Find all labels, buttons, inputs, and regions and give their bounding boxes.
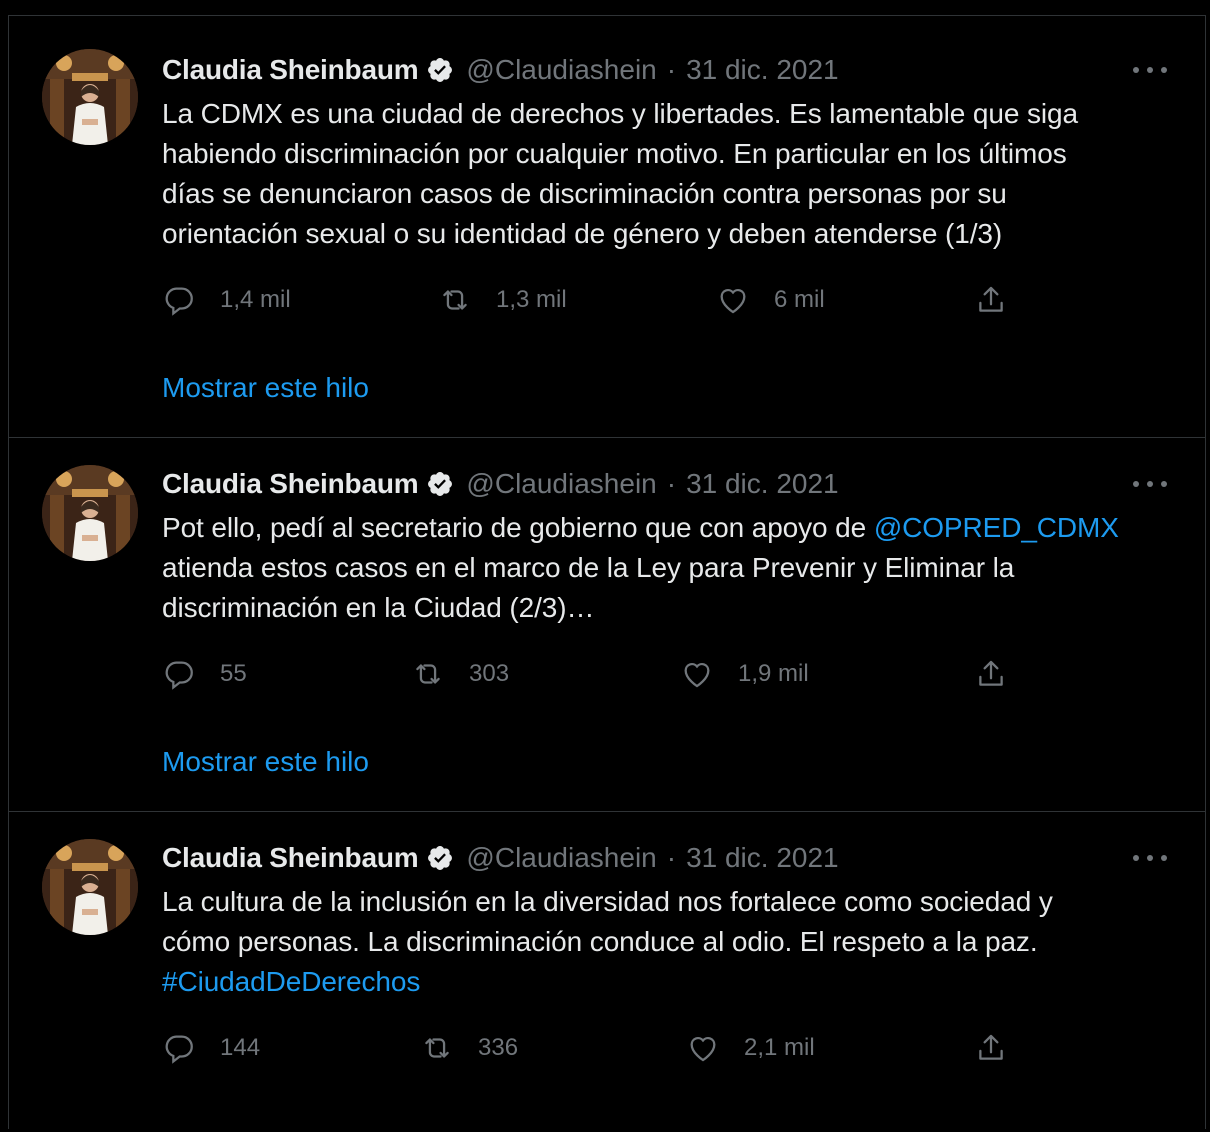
author-name[interactable]: Claudia Sheinbaum xyxy=(162,468,419,500)
author-handle[interactable]: @Claudiashein xyxy=(466,468,656,500)
tweet-header: Claudia Sheinbaum @Claudiashein · 31 dic… xyxy=(162,467,839,501)
tweet-actions: 55 303 1,9 mil xyxy=(162,654,1022,694)
tweet-text-line: La cultura de la inclusión en la diversi… xyxy=(162,886,1053,917)
tweet-text-line: discriminación en la Ciudad (2/3)… xyxy=(162,592,595,623)
more-options-icon[interactable] xyxy=(1133,60,1167,80)
reply-button[interactable]: 144 xyxy=(162,1028,260,1068)
heart-icon xyxy=(690,1037,716,1062)
avatar[interactable] xyxy=(42,839,138,935)
share-button[interactable] xyxy=(974,280,1008,320)
avatar[interactable] xyxy=(42,49,138,145)
tweet-text-line: días se denunciaron casos de discriminac… xyxy=(162,178,1007,209)
retweet-icon xyxy=(416,664,440,684)
tweet-date[interactable]: 31 dic. 2021 xyxy=(686,468,839,500)
share-button[interactable] xyxy=(974,654,1008,694)
retweet-button[interactable]: 1,3 mil xyxy=(438,280,567,320)
heart-icon xyxy=(720,289,746,314)
tweet-text-line: habiendo discriminación por cualquier mo… xyxy=(162,138,1067,169)
share-icon xyxy=(979,1034,1003,1060)
reply-count: 1,4 mil xyxy=(220,286,291,313)
tweet-date[interactable]: 31 dic. 2021 xyxy=(686,842,839,874)
tweet-text: La CDMX es una ciudad de derechos y libe… xyxy=(162,94,1172,254)
tweet-feed: Claudia Sheinbaum @Claudiashein · 31 dic… xyxy=(8,15,1206,1129)
like-button[interactable]: 6 mil xyxy=(716,280,825,320)
tweet-text-line: #CiudadDeDerechos xyxy=(162,962,1172,1002)
reply-count: 55 xyxy=(220,660,247,687)
separator-dot: · xyxy=(666,54,677,85)
tweet-text-line: La CDMX es una ciudad de derechos y libe… xyxy=(162,98,1078,129)
tweet[interactable]: Claudia Sheinbaum @Claudiashein · 31 dic… xyxy=(9,812,1205,1132)
more-options-icon[interactable] xyxy=(1133,848,1167,868)
show-thread-link[interactable]: Mostrar este hilo xyxy=(162,372,369,404)
retweet-button[interactable]: 303 xyxy=(411,654,509,694)
author-name[interactable]: Claudia Sheinbaum xyxy=(162,842,419,874)
tweet-header: Claudia Sheinbaum @Claudiashein · 31 dic… xyxy=(162,841,839,875)
reply-icon xyxy=(165,1035,193,1064)
tweet-text-line: orientación sexual o su identidad de gén… xyxy=(162,218,1003,249)
like-count: 2,1 mil xyxy=(744,1034,815,1061)
share-icon xyxy=(979,286,1003,312)
separator-dot: · xyxy=(666,468,677,499)
author-handle[interactable]: @Claudiashein xyxy=(466,54,656,86)
like-button[interactable]: 1,9 mil xyxy=(680,654,809,694)
tweet[interactable]: Claudia Sheinbaum @Claudiashein · 31 dic… xyxy=(9,438,1205,812)
reply-icon xyxy=(165,661,193,690)
verified-badge-icon xyxy=(426,844,454,872)
share-button[interactable] xyxy=(974,1028,1008,1068)
like-count: 6 mil xyxy=(774,286,825,313)
author-handle[interactable]: @Claudiashein xyxy=(466,842,656,874)
more-options-icon[interactable] xyxy=(1133,474,1167,494)
like-button[interactable]: 2,1 mil xyxy=(686,1028,815,1068)
verified-badge-icon xyxy=(426,56,454,84)
reply-button[interactable]: 55 xyxy=(162,654,247,694)
tweet-text-line: Pot ello, pedí al secretario de gobierno… xyxy=(162,508,1172,548)
avatar[interactable] xyxy=(42,465,138,561)
heart-icon xyxy=(684,663,710,688)
tweet-text-segment: Pot ello, pedí al secretario de gobierno… xyxy=(162,512,874,543)
tweet[interactable]: Claudia Sheinbaum @Claudiashein · 31 dic… xyxy=(9,16,1205,438)
retweet-count: 336 xyxy=(478,1034,519,1061)
tweet-actions: 144 336 2,1 mil xyxy=(162,1028,1022,1068)
retweet-icon xyxy=(443,290,467,310)
reply-button[interactable]: 1,4 mil xyxy=(162,280,291,320)
verified-badge-icon xyxy=(426,470,454,498)
retweet-count: 303 xyxy=(469,660,510,687)
tweet-text-line: cómo personas. La discriminación conduce… xyxy=(162,926,1038,957)
retweet-count: 1,3 mil xyxy=(496,286,567,313)
share-icon xyxy=(979,660,1003,686)
hashtag-link[interactable]: #CiudadDeDerechos xyxy=(162,966,420,997)
tweet-text-line: atienda estos casos en el marco de la Le… xyxy=(162,552,1015,583)
show-thread-link[interactable]: Mostrar este hilo xyxy=(162,746,369,778)
author-name[interactable]: Claudia Sheinbaum xyxy=(162,54,419,86)
tweet-date[interactable]: 31 dic. 2021 xyxy=(686,54,839,86)
tweet-text: Pot ello, pedí al secretario de gobierno… xyxy=(162,508,1172,628)
mention-link[interactable]: @COPRED_CDMX xyxy=(874,512,1119,543)
tweet-actions: 1,4 mil 1,3 mil 6 mil xyxy=(162,280,1022,320)
retweet-button[interactable]: 336 xyxy=(420,1028,518,1068)
separator-dot: · xyxy=(666,842,677,873)
reply-count: 144 xyxy=(220,1034,261,1061)
retweet-icon xyxy=(425,1038,449,1058)
tweet-header: Claudia Sheinbaum @Claudiashein · 31 dic… xyxy=(162,53,839,87)
like-count: 1,9 mil xyxy=(738,660,809,687)
reply-icon xyxy=(165,287,193,316)
tweet-text: La cultura de la inclusión en la diversi… xyxy=(162,882,1172,1002)
